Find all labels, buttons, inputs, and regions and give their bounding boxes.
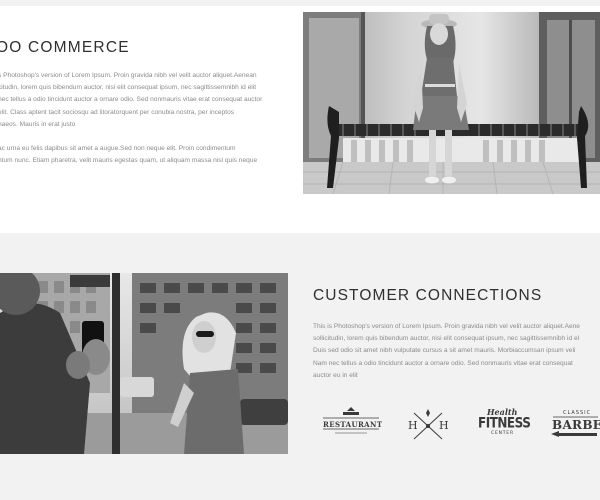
restaurant-logo-text: RESTAURANT — [323, 420, 383, 429]
hh-logo-right-letter: H — [439, 419, 449, 432]
section-title: CUSTOMER CONNECTIONS — [313, 287, 543, 304]
fitness-text: FITNESS — [478, 415, 531, 432]
section-title: OO COMMERCE — [0, 39, 130, 56]
woman-on-bench-photo — [303, 12, 600, 194]
health-fitness-logo: Health FITNESS CENTER — [478, 405, 531, 445]
restaurant-logo: RESTAURANT — [321, 405, 383, 445]
barber-classic-text: CLASSIC — [563, 410, 592, 416]
barber-text: BARBER — [552, 418, 600, 432]
woo-commerce-section: OO COMMERCE s Photoshop's version of Lor… — [0, 6, 600, 232]
description-paragraph: ac urna eu felis dapibus sit amet a augu… — [0, 145, 258, 165]
classic-barber-logo: CLASSIC BARBER — [551, 405, 600, 445]
customer-connections-section: CUSTOMER CONNECTIONS This is Photoshop's… — [0, 233, 600, 500]
client-logos: RESTAURANT H H Health FITNESS CENTER CLA… — [313, 405, 600, 445]
hh-logo-left-letter: H — [408, 419, 418, 432]
fitness-sub-text: CENTER — [491, 431, 514, 436]
section-description: s Photoshop's version of Lorem Ipsum. Pr… — [0, 70, 290, 179]
street-couple-photo — [0, 273, 288, 454]
section-description: This is Photoshop's version of Lorem Ips… — [313, 323, 580, 379]
hh-crossed-logo: H H — [405, 405, 451, 445]
description-paragraph: s Photoshop's version of Lorem Ipsum. Pr… — [0, 72, 263, 128]
